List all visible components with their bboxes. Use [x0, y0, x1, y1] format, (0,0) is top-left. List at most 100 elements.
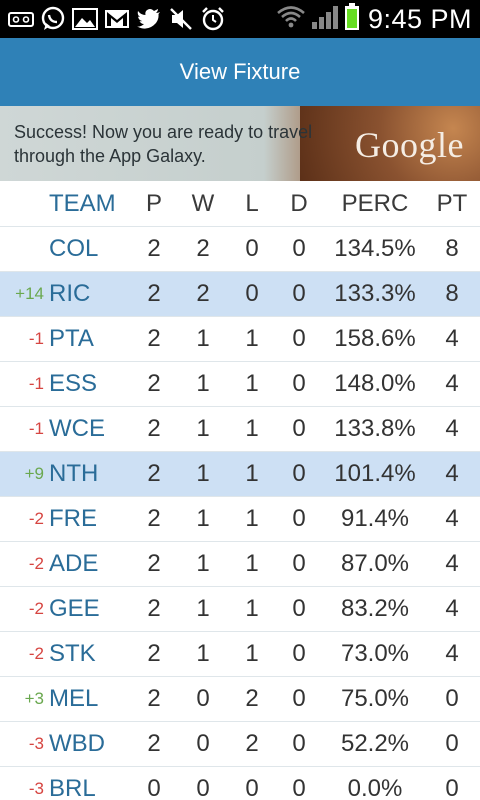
drawn: 0 — [292, 550, 306, 577]
percentage: 134.5% — [334, 235, 416, 262]
drawn: 0 — [292, 505, 306, 532]
percentage: 148.0% — [334, 370, 416, 397]
drawn: 0 — [292, 415, 306, 442]
percentage: 133.8% — [334, 415, 416, 442]
team-name: FRE — [49, 505, 97, 532]
table-row[interactable]: +9 NTH 2 1 1 0 101.4% 4 — [0, 452, 480, 497]
points: 4 — [445, 640, 459, 667]
wifi-icon — [276, 4, 306, 35]
points: 4 — [445, 595, 459, 622]
header-drawn[interactable]: D — [285, 181, 313, 226]
team-name: ADE — [49, 550, 99, 577]
team-name: BRL — [49, 775, 96, 800]
table-row[interactable]: +14 RIC 2 2 0 0 133.3% 8 — [0, 272, 480, 317]
won: 1 — [196, 460, 210, 487]
points: 4 — [445, 370, 459, 397]
team-name: WBD — [49, 730, 105, 757]
table-row[interactable]: COL 2 2 0 0 134.5% 8 — [0, 227, 480, 272]
header-lost[interactable]: L — [238, 181, 266, 226]
table-row[interactable]: -2 STK 2 1 1 0 73.0% 4 — [0, 632, 480, 677]
played: 2 — [147, 685, 161, 712]
points: 4 — [445, 550, 459, 577]
played: 2 — [147, 280, 161, 307]
table-row[interactable]: -1 PTA 2 1 1 0 158.6% 4 — [0, 317, 480, 362]
drawn: 0 — [292, 775, 306, 800]
table-row[interactable]: -2 FRE 2 1 1 0 91.4% 4 — [0, 497, 480, 542]
won: 1 — [196, 370, 210, 397]
won: 1 — [196, 415, 210, 442]
points: 8 — [445, 235, 459, 262]
header-team[interactable]: TEAM — [49, 181, 139, 226]
percentage: 52.2% — [340, 730, 410, 757]
points: 8 — [445, 280, 459, 307]
whatsapp-icon — [38, 6, 68, 32]
lost: 1 — [245, 595, 259, 622]
won: 1 — [196, 640, 210, 667]
rank-change: +14 — [15, 284, 44, 303]
table-row[interactable]: -1 ESS 2 1 1 0 148.0% 4 — [0, 362, 480, 407]
header-played[interactable]: P — [140, 181, 168, 226]
table-header-row: TEAM P W L D PERC PT — [0, 181, 480, 227]
team-name: WCE — [49, 415, 105, 442]
team-name: RIC — [49, 280, 91, 307]
status-right: 9:45 PM — [276, 0, 472, 38]
rank-change: -3 — [28, 734, 44, 753]
rank-change — [0, 227, 46, 271]
played: 2 — [147, 730, 161, 757]
drawn: 0 — [292, 640, 306, 667]
ad-banner[interactable]: Success! Now you are ready to travel thr… — [0, 106, 480, 181]
won: 1 — [196, 550, 210, 577]
header-points[interactable]: PT — [432, 181, 472, 226]
lost: 1 — [245, 460, 259, 487]
rank-change: -2 — [28, 509, 44, 528]
team-name: GEE — [49, 595, 100, 622]
rank-change: -2 — [28, 599, 44, 618]
played: 2 — [147, 595, 161, 622]
won: 0 — [196, 775, 210, 800]
drawn: 0 — [292, 235, 306, 262]
team-name: PTA — [49, 325, 94, 352]
clock: 9:45 PM — [367, 3, 472, 34]
lost: 1 — [245, 325, 259, 352]
lost: 1 — [245, 640, 259, 667]
points: 4 — [445, 460, 459, 487]
mute-icon — [166, 6, 196, 32]
percentage: 133.3% — [334, 280, 416, 307]
played: 2 — [147, 415, 161, 442]
drawn: 0 — [292, 685, 306, 712]
header-percentage[interactable]: PERC — [322, 181, 428, 226]
table-row[interactable]: -2 GEE 2 1 1 0 83.2% 4 — [0, 587, 480, 632]
percentage: 158.6% — [334, 325, 416, 352]
rank-change: -2 — [28, 644, 44, 663]
rank-change: -1 — [28, 329, 44, 348]
played: 2 — [147, 370, 161, 397]
percentage: 91.4% — [340, 505, 410, 532]
lost: 0 — [245, 235, 259, 262]
played: 2 — [147, 640, 161, 667]
battery-icon — [344, 2, 360, 36]
drawn: 0 — [292, 370, 306, 397]
ad-brand-logo: Google — [355, 125, 464, 165]
table-row[interactable]: -1 WCE 2 1 1 0 133.8% 4 — [0, 407, 480, 452]
lost: 1 — [245, 550, 259, 577]
status-bar: 9:45 PM — [0, 0, 480, 38]
percentage: 75.0% — [340, 685, 410, 712]
twitter-icon — [134, 6, 164, 32]
voicemail-icon — [6, 6, 36, 32]
rank-change: -1 — [28, 419, 44, 438]
points: 4 — [445, 325, 459, 352]
team-name: COL — [49, 235, 99, 262]
table-row[interactable]: -2 ADE 2 1 1 0 87.0% 4 — [0, 542, 480, 587]
played: 0 — [147, 775, 161, 800]
page-title: View Fixture — [179, 59, 301, 84]
header-won[interactable]: W — [188, 181, 218, 226]
table-row[interactable]: -3 WBD 2 0 2 0 52.2% 0 — [0, 722, 480, 767]
points: 4 — [445, 415, 459, 442]
points: 0 — [445, 730, 459, 757]
team-name: NTH — [49, 460, 99, 487]
won: 2 — [196, 280, 210, 307]
table-row[interactable]: -3 BRL 0 0 0 0 0.0% 0 — [0, 767, 480, 800]
percentage: 83.2% — [340, 595, 410, 622]
table-row[interactable]: +3 MEL 2 0 2 0 75.0% 0 — [0, 677, 480, 722]
played: 2 — [147, 550, 161, 577]
